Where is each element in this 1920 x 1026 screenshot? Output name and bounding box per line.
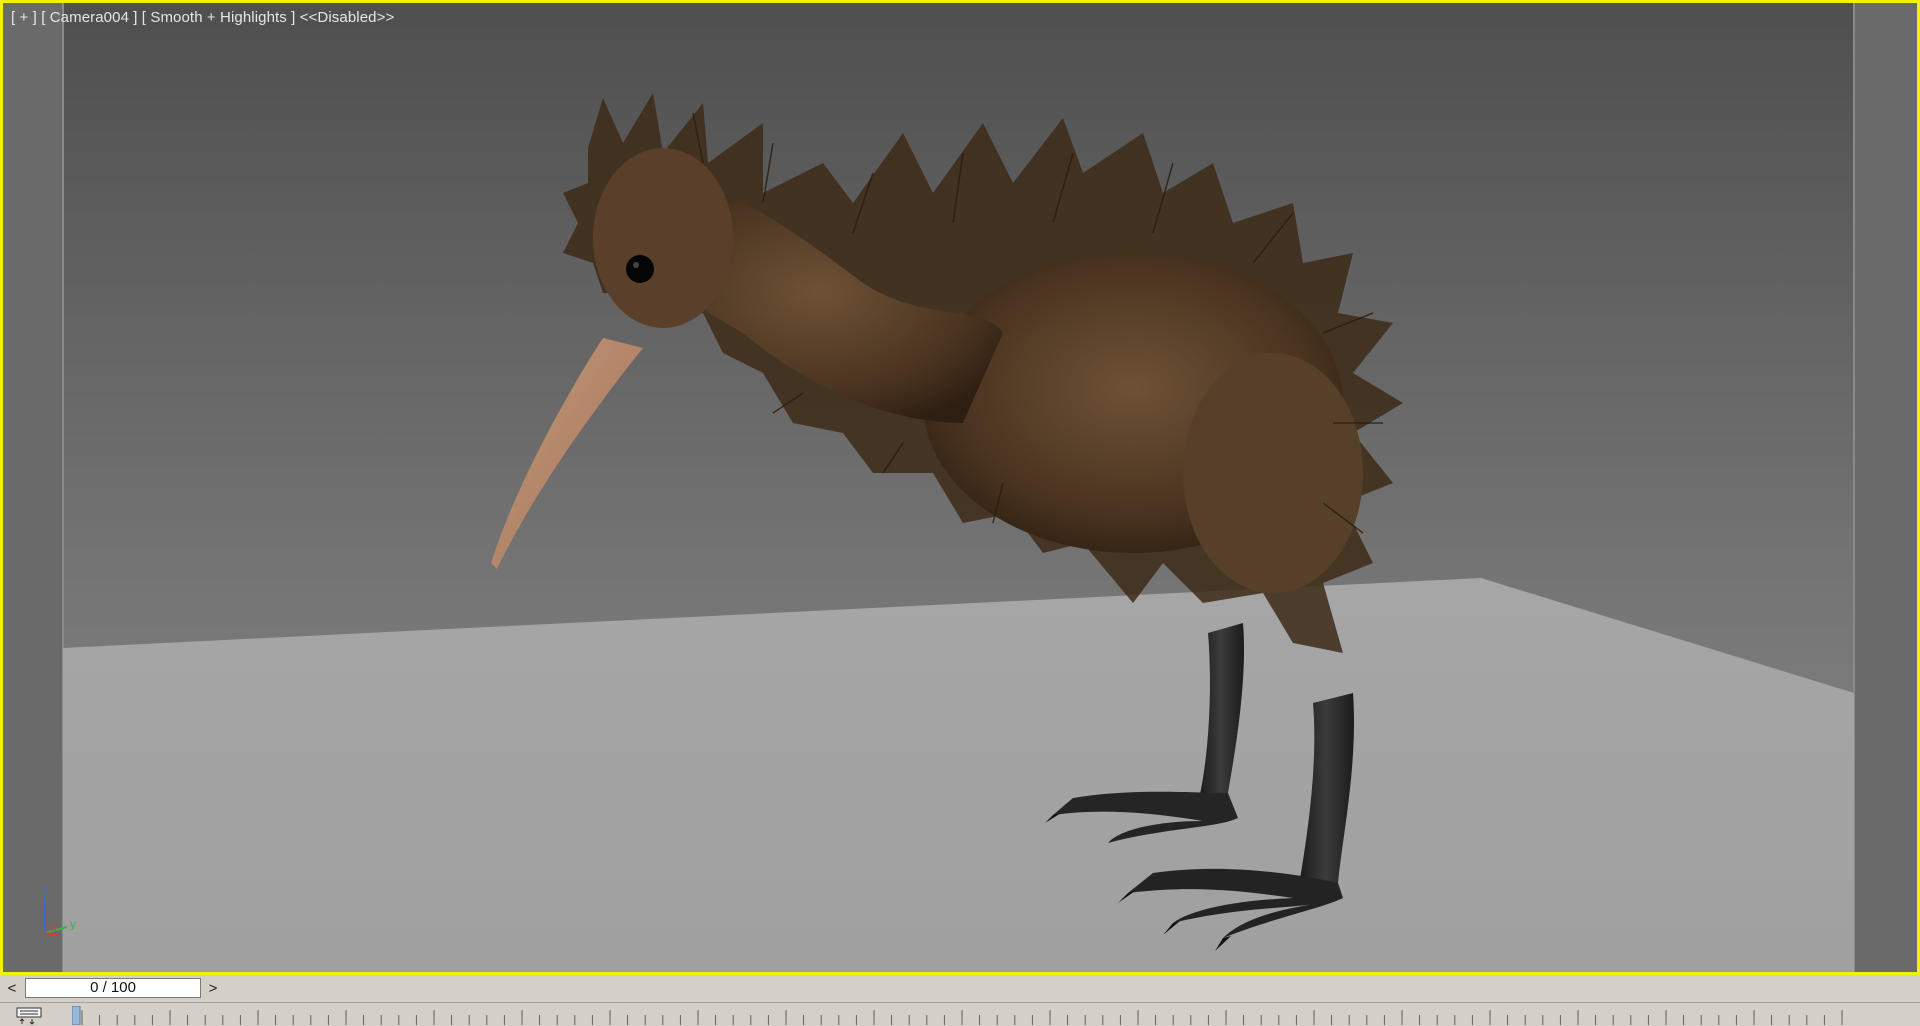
time-slider[interactable]: 0 / 100 — [25, 978, 201, 998]
filter-icon[interactable] — [16, 1006, 46, 1025]
camera-viewport[interactable]: [ + ] [ Camera004 ] [ Smooth + Highlight… — [0, 0, 1920, 975]
axis-x-label: x — [51, 920, 57, 934]
axis-tripod: z x y — [42, 883, 76, 936]
viewport-label-menu[interactable]: [ + ] [ Camera004 ] [ Smooth + Highlight… — [11, 9, 394, 26]
viewport-scene — [3, 3, 1917, 972]
axis-z-label: z — [42, 883, 48, 897]
track-bar[interactable] — [0, 1002, 1920, 1026]
axis-y-label: y — [70, 917, 76, 931]
next-frame-button[interactable]: > — [204, 978, 222, 999]
app-window: [ + ] [ Camera004 ] [ Smooth + Highlight… — [0, 0, 1920, 1026]
previous-frame-button[interactable]: < — [3, 978, 21, 999]
timeline-ruler[interactable] — [72, 1006, 1852, 1025]
time-slider-bar: < 0 / 100 > — [0, 975, 1920, 1002]
